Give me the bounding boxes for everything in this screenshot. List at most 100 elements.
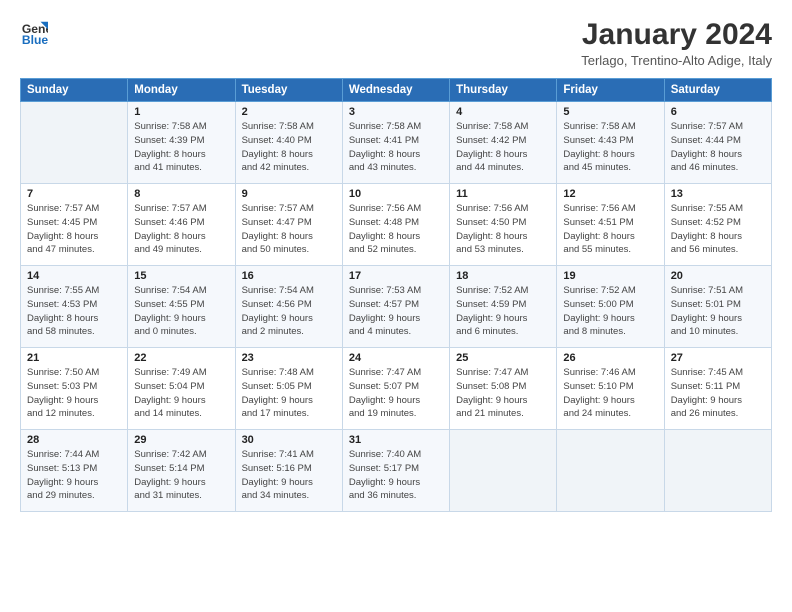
- day-info: Sunrise: 7:56 AM Sunset: 4:48 PM Dayligh…: [349, 202, 443, 257]
- day-info: Sunrise: 7:40 AM Sunset: 5:17 PM Dayligh…: [349, 448, 443, 503]
- day-number: 22: [134, 352, 228, 364]
- day-info: Sunrise: 7:47 AM Sunset: 5:07 PM Dayligh…: [349, 366, 443, 421]
- day-number: 17: [349, 270, 443, 282]
- logo-icon: General Blue: [20, 18, 48, 46]
- day-info: Sunrise: 7:56 AM Sunset: 4:50 PM Dayligh…: [456, 202, 550, 257]
- week-row-3: 21Sunrise: 7:50 AM Sunset: 5:03 PM Dayli…: [21, 348, 772, 430]
- week-row-2: 14Sunrise: 7:55 AM Sunset: 4:53 PM Dayli…: [21, 266, 772, 348]
- day-number: 15: [134, 270, 228, 282]
- day-number: 26: [563, 352, 657, 364]
- week-row-1: 7 Sunrise: 7:57 AM Sunset: 4:45 PM Daylig…: [21, 184, 772, 266]
- col-friday: Friday: [557, 79, 664, 102]
- day-number: 18: [456, 270, 550, 282]
- table-row: 22Sunrise: 7:49 AM Sunset: 5:04 PM Dayli…: [128, 348, 235, 430]
- table-row: 3 Sunrise: 7:58 AM Sunset: 4:41 PM Daylig…: [342, 102, 449, 184]
- month-title: January 2024: [581, 18, 772, 51]
- table-row: 30 Sunrise: 7:41 AM Sunset: 5:16 PM Dayli…: [235, 430, 342, 512]
- day-info: Sunrise: 7:58 AM Sunset: 4:39 PM Dayligh…: [134, 120, 228, 175]
- day-number: 24: [349, 352, 443, 364]
- day-info: Sunrise: 7:45 AM Sunset: 5:11 PM Dayligh…: [671, 366, 765, 421]
- calendar-page: General Blue January 2024 Terlago, Trent…: [0, 0, 792, 612]
- table-row: 5 Sunrise: 7:58 AM Sunset: 4:43 PM Daylig…: [557, 102, 664, 184]
- col-tuesday: Tuesday: [235, 79, 342, 102]
- table-row: 29 Sunrise: 7:42 AM Sunset: 5:14 PM Dayli…: [128, 430, 235, 512]
- day-info: Sunrise: 7:52 AM Sunset: 5:00 PM Dayligh…: [563, 284, 657, 339]
- table-row: 4Sunrise: 7:58 AM Sunset: 4:42 PM Daylig…: [450, 102, 557, 184]
- col-sunday: Sunday: [21, 79, 128, 102]
- table-row: 6 Sunrise: 7:57 AM Sunset: 4:44 PM Daylig…: [664, 102, 771, 184]
- table-row: 24 Sunrise: 7:47 AM Sunset: 5:07 PM Dayli…: [342, 348, 449, 430]
- col-thursday: Thursday: [450, 79, 557, 102]
- table-row: [664, 430, 771, 512]
- day-number: 19: [563, 270, 657, 282]
- day-info: Sunrise: 7:57 AM Sunset: 4:44 PM Dayligh…: [671, 120, 765, 175]
- day-number: 11: [456, 188, 550, 200]
- day-number: 28: [27, 434, 121, 446]
- table-row: 26 Sunrise: 7:46 AM Sunset: 5:10 PM Dayli…: [557, 348, 664, 430]
- day-info: Sunrise: 7:46 AM Sunset: 5:10 PM Dayligh…: [563, 366, 657, 421]
- table-row: 17Sunrise: 7:53 AM Sunset: 4:57 PM Dayli…: [342, 266, 449, 348]
- day-number: 29: [134, 434, 228, 446]
- day-number: 23: [242, 352, 336, 364]
- day-info: Sunrise: 7:50 AM Sunset: 5:03 PM Dayligh…: [27, 366, 121, 421]
- col-saturday: Saturday: [664, 79, 771, 102]
- table-row: [450, 430, 557, 512]
- svg-text:Blue: Blue: [22, 33, 48, 46]
- table-row: [557, 430, 664, 512]
- table-row: 20Sunrise: 7:51 AM Sunset: 5:01 PM Dayli…: [664, 266, 771, 348]
- day-info: Sunrise: 7:58 AM Sunset: 4:40 PM Dayligh…: [242, 120, 336, 175]
- table-row: 8Sunrise: 7:57 AM Sunset: 4:46 PM Daylig…: [128, 184, 235, 266]
- col-monday: Monday: [128, 79, 235, 102]
- day-number: 2: [242, 106, 336, 118]
- table-row: 2 Sunrise: 7:58 AM Sunset: 4:40 PM Daylig…: [235, 102, 342, 184]
- table-row: 21Sunrise: 7:50 AM Sunset: 5:03 PM Dayli…: [21, 348, 128, 430]
- day-info: Sunrise: 7:51 AM Sunset: 5:01 PM Dayligh…: [671, 284, 765, 339]
- table-row: 25 Sunrise: 7:47 AM Sunset: 5:08 PM Dayli…: [450, 348, 557, 430]
- table-row: 11 Sunrise: 7:56 AM Sunset: 4:50 PM Dayli…: [450, 184, 557, 266]
- day-number: 12: [563, 188, 657, 200]
- table-row: 28Sunrise: 7:44 AM Sunset: 5:13 PM Dayli…: [21, 430, 128, 512]
- day-info: Sunrise: 7:57 AM Sunset: 4:47 PM Dayligh…: [242, 202, 336, 257]
- day-info: Sunrise: 7:42 AM Sunset: 5:14 PM Dayligh…: [134, 448, 228, 503]
- day-number: 4: [456, 106, 550, 118]
- table-row: 15 Sunrise: 7:54 AM Sunset: 4:55 PM Dayli…: [128, 266, 235, 348]
- table-row: 13Sunrise: 7:55 AM Sunset: 4:52 PM Dayli…: [664, 184, 771, 266]
- day-info: Sunrise: 7:54 AM Sunset: 4:55 PM Dayligh…: [134, 284, 228, 339]
- day-info: Sunrise: 7:47 AM Sunset: 5:08 PM Dayligh…: [456, 366, 550, 421]
- day-number: 31: [349, 434, 443, 446]
- table-row: 7 Sunrise: 7:57 AM Sunset: 4:45 PM Daylig…: [21, 184, 128, 266]
- table-row: 10 Sunrise: 7:56 AM Sunset: 4:48 PM Dayli…: [342, 184, 449, 266]
- day-info: Sunrise: 7:52 AM Sunset: 4:59 PM Dayligh…: [456, 284, 550, 339]
- table-row: 12 Sunrise: 7:56 AM Sunset: 4:51 PM Dayli…: [557, 184, 664, 266]
- table-row: 14Sunrise: 7:55 AM Sunset: 4:53 PM Dayli…: [21, 266, 128, 348]
- day-info: Sunrise: 7:55 AM Sunset: 4:52 PM Dayligh…: [671, 202, 765, 257]
- col-wednesday: Wednesday: [342, 79, 449, 102]
- header-row: Sunday Monday Tuesday Wednesday Thursday…: [21, 79, 772, 102]
- day-info: Sunrise: 7:55 AM Sunset: 4:53 PM Dayligh…: [27, 284, 121, 339]
- table-row: 9 Sunrise: 7:57 AM Sunset: 4:47 PM Daylig…: [235, 184, 342, 266]
- day-info: Sunrise: 7:48 AM Sunset: 5:05 PM Dayligh…: [242, 366, 336, 421]
- day-number: 5: [563, 106, 657, 118]
- table-row: 18 Sunrise: 7:52 AM Sunset: 4:59 PM Dayli…: [450, 266, 557, 348]
- day-info: Sunrise: 7:58 AM Sunset: 4:41 PM Dayligh…: [349, 120, 443, 175]
- calendar-table: Sunday Monday Tuesday Wednesday Thursday…: [20, 78, 772, 512]
- day-info: Sunrise: 7:41 AM Sunset: 5:16 PM Dayligh…: [242, 448, 336, 503]
- day-number: 25: [456, 352, 550, 364]
- day-number: 3: [349, 106, 443, 118]
- day-number: 9: [242, 188, 336, 200]
- day-info: Sunrise: 7:58 AM Sunset: 4:43 PM Dayligh…: [563, 120, 657, 175]
- table-row: 31 Sunrise: 7:40 AM Sunset: 5:17 PM Dayli…: [342, 430, 449, 512]
- table-row: 19 Sunrise: 7:52 AM Sunset: 5:00 PM Dayli…: [557, 266, 664, 348]
- day-info: Sunrise: 7:57 AM Sunset: 4:46 PM Dayligh…: [134, 202, 228, 257]
- day-number: 30: [242, 434, 336, 446]
- day-info: Sunrise: 7:56 AM Sunset: 4:51 PM Dayligh…: [563, 202, 657, 257]
- table-row: 16Sunrise: 7:54 AM Sunset: 4:56 PM Dayli…: [235, 266, 342, 348]
- day-number: 10: [349, 188, 443, 200]
- day-info: Sunrise: 7:57 AM Sunset: 4:45 PM Dayligh…: [27, 202, 121, 257]
- title-block: January 2024 Terlago, Trentino-Alto Adig…: [581, 18, 772, 68]
- day-number: 1: [134, 106, 228, 118]
- logo: General Blue: [20, 18, 48, 46]
- day-number: 7: [27, 188, 121, 200]
- day-number: 6: [671, 106, 765, 118]
- day-info: Sunrise: 7:54 AM Sunset: 4:56 PM Dayligh…: [242, 284, 336, 339]
